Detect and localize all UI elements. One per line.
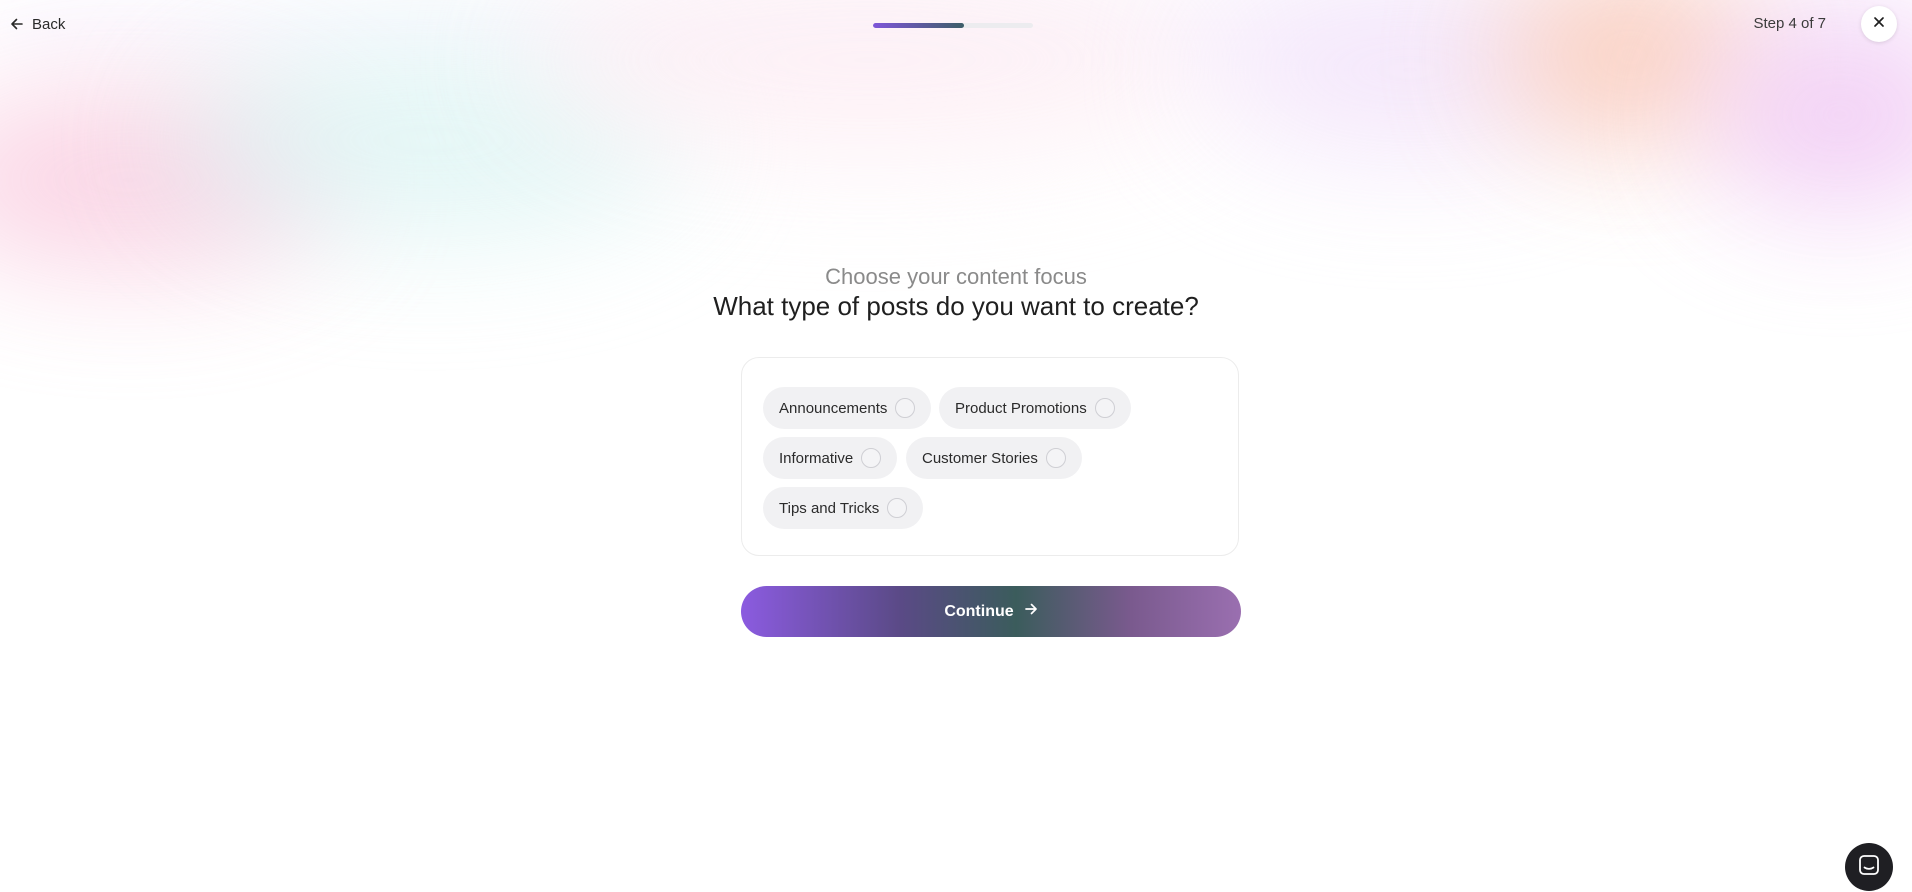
continue-button[interactable]: Continue: [741, 586, 1241, 637]
background-glow: [0, 0, 1912, 60]
background-glow: [1500, 0, 1760, 140]
radio-circle[interactable]: [887, 498, 908, 518]
background-glow: [520, 0, 1220, 160]
background-glow: [0, 90, 340, 270]
background-glow: [1700, 20, 1912, 210]
progress-bar-fill: [873, 23, 965, 28]
option-announcements[interactable]: Announcements: [763, 387, 932, 429]
option-label: Informative: [779, 449, 854, 467]
radio-circle[interactable]: [861, 448, 882, 468]
page-title: What type of posts do you want to create…: [713, 291, 1199, 321]
chat-icon: [1857, 853, 1881, 882]
options-card: Announcements Product Promotions Informa…: [741, 357, 1239, 556]
progress-bar: [873, 23, 1033, 28]
page-subtitle: Choose your content focus: [825, 264, 1087, 289]
step-indicator: Step 4 of 7: [1753, 15, 1826, 32]
arrow-left-icon: [10, 17, 24, 31]
option-label: Announcements: [779, 399, 888, 417]
close-icon: [1873, 15, 1885, 33]
background-glow: [1200, 0, 1620, 160]
option-customer-stories[interactable]: Customer Stories: [906, 437, 1082, 479]
option-label: Product Promotions: [955, 399, 1087, 417]
option-informative[interactable]: Informative: [763, 437, 898, 479]
onboarding-page: Back Step 4 of 7 Choose your content foc…: [0, 0, 1912, 892]
close-button[interactable]: [1861, 6, 1897, 42]
radio-circle[interactable]: [1094, 398, 1115, 418]
radio-circle[interactable]: [1045, 448, 1066, 468]
back-label: Back: [32, 15, 66, 33]
arrow-right-icon: [1024, 602, 1038, 621]
option-tips-and-tricks[interactable]: Tips and Tricks: [763, 487, 924, 529]
radio-circle[interactable]: [895, 398, 916, 418]
option-product-promotions[interactable]: Product Promotions: [939, 387, 1131, 429]
option-label: Tips and Tricks: [779, 499, 880, 517]
chat-launcher-button[interactable]: [1845, 843, 1893, 891]
option-label: Customer Stories: [922, 449, 1038, 467]
continue-label: Continue: [944, 602, 1014, 620]
back-button[interactable]: Back: [10, 12, 65, 36]
background-glow: [170, 40, 690, 240]
